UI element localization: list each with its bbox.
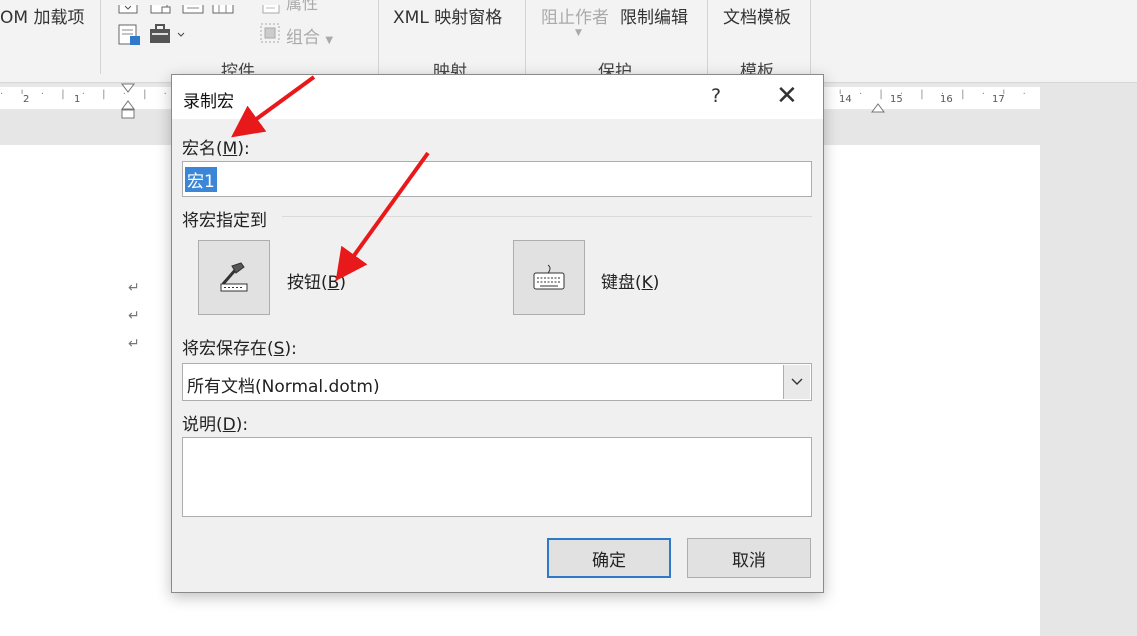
dialog-title: 录制宏: [183, 92, 234, 112]
store-macro-in-select[interactable]: 所有文档(Normal.dotm): [182, 363, 812, 401]
group-icon[interactable]: [258, 21, 282, 49]
description-label: 说明(D):: [182, 415, 249, 435]
ribbon-separator: [525, 0, 526, 74]
assign-to-button-option[interactable]: [198, 240, 270, 315]
ribbon-separator: [810, 0, 811, 82]
close-icon: ✕: [776, 81, 798, 111]
ribbon-separator: [707, 0, 708, 74]
ruler-number: 14: [837, 94, 854, 105]
keyboard-option-label[interactable]: 键盘(K): [601, 268, 659, 293]
right-indent-marker[interactable]: [870, 98, 886, 118]
store-macro-in-value: 所有文档(Normal.dotm): [187, 377, 380, 397]
macro-name-input[interactable]: 宏1: [182, 161, 812, 197]
ok-button[interactable]: 确定: [547, 538, 671, 578]
keyboard-icon: [533, 264, 565, 289]
properties-button[interactable]: 属性: [286, 0, 318, 14]
group-button-label: 组合: [286, 28, 320, 48]
building-block-control-icon[interactable]: [150, 0, 174, 19]
ribbon-separator: [378, 0, 379, 74]
ribbon-separator: [100, 0, 101, 74]
store-macro-in-label: 将宏保存在(S):: [182, 339, 297, 359]
hammer-button-icon: [220, 261, 248, 291]
assign-macro-to-label: 将宏指定到: [182, 211, 267, 231]
button-option-label[interactable]: 按钮(B): [287, 268, 346, 293]
description-textarea[interactable]: [182, 437, 812, 517]
legacy-tools-icon[interactable]: [148, 22, 188, 50]
ruler-number: 1: [72, 94, 83, 105]
combo-box-control-icon[interactable]: [118, 0, 140, 19]
section-divider: [282, 216, 812, 217]
help-button[interactable]: ?: [711, 85, 721, 107]
dropdown-button[interactable]: [783, 365, 810, 399]
ruler-number: 2: [21, 94, 32, 105]
group-button[interactable]: 组合 ▼: [286, 23, 333, 48]
macro-name-label: 宏名(M):: [182, 139, 250, 159]
assign-to-keyboard-option[interactable]: [513, 240, 585, 315]
legacy-form-icon[interactable]: [118, 22, 142, 50]
document-template-button[interactable]: 文档模板: [723, 3, 791, 28]
ruler-number: 17: [990, 94, 1007, 105]
record-macro-dialog: 录制宏 ? ✕ 宏名(M): 宏1 将宏指定到 按钮(B) 键盘(K) 将宏保存…: [171, 74, 824, 593]
properties-icon[interactable]: [262, 0, 282, 19]
dialog-title-bar[interactable]: [172, 75, 823, 119]
close-button[interactable]: ✕: [776, 83, 798, 109]
cancel-button[interactable]: 取消: [687, 538, 811, 578]
date-control-icon[interactable]: [182, 0, 206, 19]
paragraph-mark: ↵: [128, 280, 140, 296]
block-authors-button[interactable]: 阻止作者: [541, 3, 609, 28]
chevron-down-icon: ▼: [575, 28, 582, 38]
ruler-number: 16: [938, 94, 955, 105]
chevron-down-icon: ▼: [325, 35, 334, 46]
paragraph-mark: ↵: [128, 336, 140, 352]
ruler-number: 15: [888, 94, 905, 105]
restrict-editing-button[interactable]: 限制编辑: [620, 3, 688, 28]
paragraph-mark: ↵: [128, 308, 140, 324]
addins-button[interactable]: OM 加载项: [0, 3, 84, 28]
macro-name-value: 宏1: [185, 167, 217, 192]
chevron-down-icon: [791, 378, 803, 385]
xml-mapping-pane-button[interactable]: XML 映射窗格: [393, 3, 502, 28]
first-line-indent-marker[interactable]: [120, 83, 136, 125]
repeating-section-control-icon[interactable]: [212, 0, 236, 19]
